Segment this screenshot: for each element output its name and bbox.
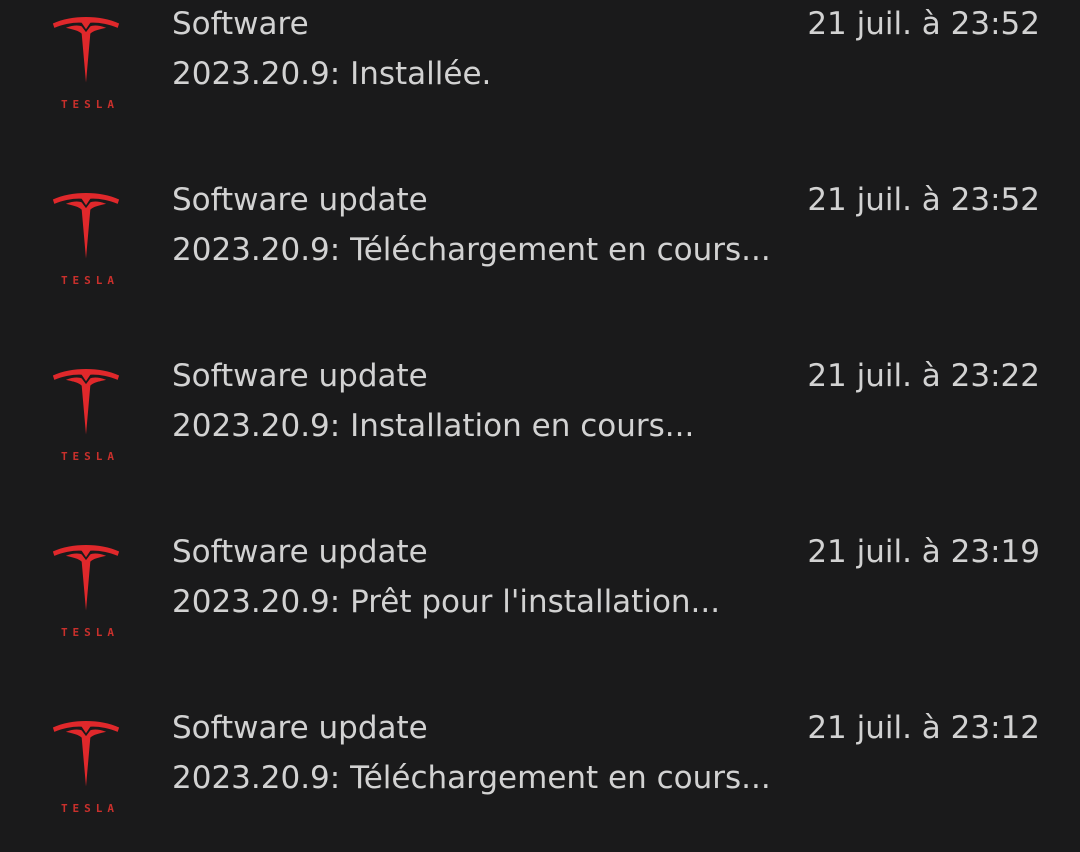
notification-message: 2023.20.9: Téléchargement en cours... xyxy=(172,232,771,268)
notification-message: 2023.20.9: Téléchargement en cours... xyxy=(172,760,771,796)
tesla-t-icon xyxy=(52,193,120,259)
tesla-wordmark: TESLA xyxy=(60,98,120,111)
tesla-wordmark: TESLA xyxy=(60,274,120,287)
notification-time: 21 juil. à 23:52 xyxy=(807,6,1040,42)
tesla-logo-icon: TESLA xyxy=(46,12,132,122)
notification-item[interactable]: TESLA Software update 21 juil. à 23:22 2… xyxy=(0,350,1080,500)
notification-list: TESLA Software 21 juil. à 23:52 2023.20.… xyxy=(0,0,1080,840)
notification-time: 21 juil. à 23:19 xyxy=(807,534,1040,570)
notification-title: Software update xyxy=(172,358,428,394)
notification-message: 2023.20.9: Prêt pour l'installation... xyxy=(172,584,721,620)
notification-time: 21 juil. à 23:12 xyxy=(807,710,1040,746)
tesla-logo-icon: TESLA xyxy=(46,188,132,298)
tesla-t-icon xyxy=(52,369,120,435)
notification-message: 2023.20.9: Installation en cours... xyxy=(172,408,695,444)
tesla-wordmark: TESLA xyxy=(60,450,120,463)
tesla-logo-icon: TESLA xyxy=(46,716,132,826)
tesla-t-icon xyxy=(52,17,120,83)
notification-title: Software xyxy=(172,6,309,42)
notification-item[interactable]: TESLA Software update 21 juil. à 23:52 2… xyxy=(0,174,1080,324)
notification-title: Software update xyxy=(172,710,428,746)
notification-time: 21 juil. à 23:22 xyxy=(807,358,1040,394)
tesla-t-icon xyxy=(52,545,120,611)
notification-message: 2023.20.9: Installée. xyxy=(172,56,492,92)
tesla-logo-icon: TESLA xyxy=(46,540,132,650)
notification-title: Software update xyxy=(172,182,428,218)
notification-time: 21 juil. à 23:52 xyxy=(807,182,1040,218)
notification-item[interactable]: TESLA Software 21 juil. à 23:52 2023.20.… xyxy=(0,0,1080,148)
notification-item[interactable]: TESLA Software update 21 juil. à 23:12 2… xyxy=(0,702,1080,852)
tesla-wordmark: TESLA xyxy=(60,626,120,639)
tesla-wordmark: TESLA xyxy=(60,802,120,815)
notification-item[interactable]: TESLA Software update 21 juil. à 23:19 2… xyxy=(0,526,1080,676)
notification-title: Software update xyxy=(172,534,428,570)
tesla-logo-icon: TESLA xyxy=(46,364,132,474)
tesla-t-icon xyxy=(52,721,120,787)
